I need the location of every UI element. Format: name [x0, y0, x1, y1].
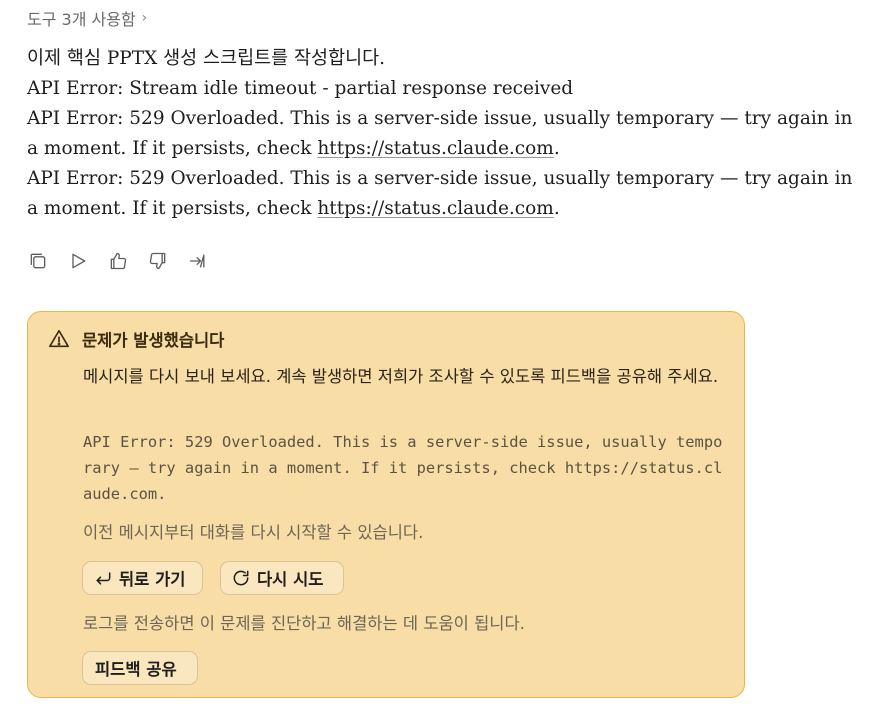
status-link[interactable]: https://status.claude.com: [317, 198, 553, 219]
tools-used-toggle[interactable]: 도구 3개 사용함 ›: [27, 6, 147, 30]
message-line: API Error: 529 Overloaded. This is a ser…: [27, 168, 853, 219]
go-back-button[interactable]: 뒤로 가기: [82, 561, 203, 595]
message-line: API Error: Stream idle timeout - partial…: [27, 78, 574, 99]
return-arrow-icon: [96, 572, 111, 585]
status-link[interactable]: https://status.claude.com: [317, 138, 553, 159]
retry-branch-button[interactable]: [186, 249, 210, 273]
alert-description: 메시지를 다시 보내 보세요. 계속 발생하면 저희가 조사할 수 있도록 피드…: [83, 367, 719, 386]
retry-label: 다시 시도: [257, 570, 324, 589]
go-back-label: 뒤로 가기: [119, 570, 186, 589]
share-arrow-icon: [189, 254, 205, 268]
logs-note: 로그를 전송하면 이 문제를 진단하고 해결하는 데 도움이 됩니다.: [83, 614, 525, 633]
thumbs-down-icon: [149, 252, 166, 270]
alert-title: 문제가 발생했습니다: [82, 331, 225, 350]
error-alert: 문제가 발생했습니다 메시지를 다시 보내 보세요. 계속 발생하면 저희가 조…: [27, 311, 745, 698]
alert-header: 문제가 발생했습니다: [48, 327, 224, 351]
retry-button[interactable]: 다시 시도: [220, 561, 344, 595]
tools-used-label: 도구 3개 사용함: [27, 10, 136, 29]
message-line: 이제 핵심 PPTX 생성 스크립트를 작성합니다.: [27, 48, 386, 69]
thumbs-up-button[interactable]: [106, 249, 130, 273]
play-icon: [72, 253, 86, 269]
message-line: API Error: 529 Overloaded. This is a ser…: [27, 108, 853, 159]
copy-button[interactable]: [26, 249, 50, 273]
message-actions: [26, 249, 210, 273]
read-aloud-button[interactable]: [66, 249, 90, 273]
share-feedback-button[interactable]: 피드백 공유: [82, 651, 198, 685]
copy-icon: [30, 253, 46, 269]
assistant-message: 이제 핵심 PPTX 생성 스크립트를 작성합니다. API Error: St…: [27, 44, 857, 224]
error-code-text: API Error: 529 Overloaded. This is a ser…: [83, 433, 723, 503]
thumbs-down-button[interactable]: [146, 249, 170, 273]
thumbs-up-icon: [110, 252, 127, 270]
warning-icon: [49, 329, 69, 348]
restart-note: 이전 메시지부터 대화를 다시 시작할 수 있습니다.: [83, 523, 424, 542]
share-feedback-label: 피드백 공유: [95, 660, 177, 679]
refresh-icon: [233, 570, 249, 586]
chevron-right-icon: ›: [141, 10, 148, 26]
